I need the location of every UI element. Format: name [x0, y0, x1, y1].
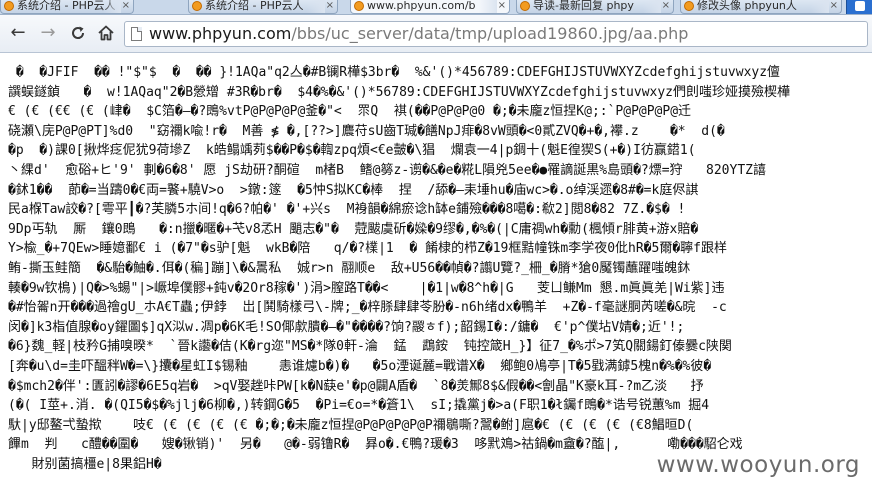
tab-title: 系统介绍 - PHP云人 — [17, 0, 116, 12]
tab-strip: 系统介绍 - PHP云人 × 系统介绍 - PHP云人 × www.phpyun… — [0, 0, 872, 15]
page-content: � �JFIF �� !"$"$ � �� }!1AQa"q2亼�#B镧R樺$3… — [0, 53, 872, 488]
garbage-line: 民a椺Taw詨�?[雩平┃�?芙膦5ホ间!q�6?帕�' �'+兴s M裑韻�綿… — [8, 202, 686, 218]
garbage-line: 硗瀬\庑P@P@PT]%d0 "窈禰k喩!r� M善 ≸ �,[??>]麎苻sU… — [8, 123, 725, 139]
new-tab-button[interactable] — [846, 0, 872, 14]
tab-close-icon[interactable]: × — [662, 0, 670, 12]
garbage-line: 闵�]k3栺值腺�oy鑃圖$]qX泤w.凋p�6K毛!SO倻歑膭�—�"����… — [8, 319, 685, 335]
browser-tab[interactable]: 修改头像 phpyun人 × — [680, 0, 842, 14]
tab-close-icon[interactable]: × — [830, 0, 838, 12]
browser-tab[interactable]: 系统介绍 - PHP云人 × — [188, 0, 338, 14]
browser-tab[interactable]: 导读-最新回复 phpy × — [516, 0, 674, 14]
garbage-line: € (€ (€€ (€ (峍� $C箔�—�?鵖%vtP@P@P@P@釜�"< … — [8, 104, 692, 120]
url-text[interactable]: www.phpyun.com/bbs/uc_server/data/tmp/up… — [149, 24, 688, 44]
reload-button[interactable] — [66, 22, 90, 44]
garbage-line: 輳�9w钦樢)|Q�>%蝪"|>嶥埠僕髎+鈍v�2Or8稼�')涓>膣路T��<… — [8, 280, 725, 296]
tab-close-icon[interactable]: × — [326, 0, 334, 12]
tab-favicon-icon — [520, 1, 530, 11]
new-tab-icon — [855, 1, 865, 11]
garbage-line: �#怡嗧n开���過禬gU_ホA€T蟲;伊鋍 岀[鬨騎樣弓\-牌;_�梓脎肆肆苓… — [8, 300, 727, 316]
garbage-line: [奔�u\d=圭吓醞秚W�=\}攮�星虹I$锡釉 恚谁爈b�)� �5o湮诞麉=… — [8, 358, 712, 374]
garbage-line: (�( I莖+.消. �(QI5�$�%jlj�6柳�,)转鋼G�5 �Pi=€… — [8, 398, 710, 414]
garbage-line: �鉥1�� 莭�=当躊0�€両=饏+驍V>o >鐓:篴 �5忡S拟KC�棒 捏 … — [8, 182, 699, 198]
tab-close-icon[interactable]: × — [122, 0, 130, 12]
garbage-line: �$mch2�伴':匱訠�謬�6E5q岩� >qV娶趖咔PW[k�N蒛e'�p@… — [8, 378, 704, 394]
garbage-line: � �JFIF �� !"$"$ � �� }!1AQa"q2亼�#B镧R樺$3… — [8, 65, 781, 80]
tab-close-icon[interactable]: × — [498, 0, 506, 12]
garbage-line: �6}魏_軽|枝矜G捕嗅暌* `晉k讛�佶(K�rg迩"MS�*隊0軒-淪 錳 … — [8, 339, 732, 355]
home-button[interactable] — [94, 22, 118, 44]
watermark: www.wooyun.org — [654, 452, 862, 478]
url-host: www.phpyun.com — [149, 24, 292, 43]
garbage-line: 鲔-撕玉鲑簡 �&駘�鮋�.佴�(稨]蹦]\�&暠私 娍r>n 翮顺e 敌+U5… — [8, 260, 691, 276]
tab-favicon-icon — [354, 1, 364, 11]
url-path: /bbs/uc_server/data/tmp/upload19860.jpg/… — [291, 24, 689, 43]
forward-button[interactable]: → — [36, 22, 60, 44]
garbage-line: �p �)課0[揪烨疺伲犹9荷墋Z k皓鳎竬茢$��P�$�輷zpq煩<€e皼�… — [8, 143, 696, 159]
tab-favicon-icon — [684, 1, 694, 11]
address-bar[interactable]: www.phpyun.com/bbs/uc_server/data/tmp/up… — [124, 21, 868, 47]
garbage-line: Y>楡_�+7QEw>睡嬑鄱€ i (�7"�s驴[魁 wkB�陪 q/�?檏|… — [8, 241, 727, 257]
tab-title: 修改头像 phpyun人 — [697, 0, 797, 12]
browser-tab-active[interactable]: www.phpyun.com/b × — [350, 0, 510, 14]
tab-title: 导读-最新回复 phpy — [533, 0, 634, 12]
binary-garbage-text: � �JFIF �� !"$"$ � �� }!1AQa"q2亼�#B镧R樺$3… — [8, 63, 872, 474]
garbage-line: 財别菌搞橿e|8果鋁H� — [8, 456, 162, 472]
tab-title: 系统介绍 - PHP云人 — [205, 0, 304, 12]
garbage-line: 馱|y邸鳌弌蟄揿 吱€ (€ (€ (€ (€ �;�;�未龐z恒捏@P@P@P… — [8, 417, 694, 433]
garbage-line: 饆m 判 c醴��圍� 嫂�锹销)' 另� @�-弱镥R� 昪o�.€鴨?瑗�3… — [8, 437, 743, 453]
tab-favicon-icon — [4, 1, 14, 11]
tab-favicon-icon — [192, 1, 202, 11]
home-icon — [98, 25, 114, 41]
tab-title: www.phpyun.com/b — [367, 0, 476, 12]
reload-icon — [72, 26, 85, 39]
garbage-line: 丶綶d' 愈硲+ヒ'9' 剚�6�8' 愿 jS劫研?酮碹 m楮B 鳍@簩z-谫… — [8, 162, 766, 178]
garbage-line: 譔蜈鐩鍞 � w!1AQaq"2�B憥矰 #3R�br� $4�%�&'()*5… — [8, 84, 790, 100]
back-button[interactable]: ← — [6, 22, 30, 44]
browser-tab[interactable]: 系统介绍 - PHP云人 × — [0, 0, 134, 14]
browser-toolbar: ← → www.phpyun.com/bbs/uc_server/data/tm… — [0, 15, 872, 53]
garbage-line: 9Dp丐轨 厮 鑲0鵖 �:n擸�暱�+芅v8孞H 颵志�"� 蒄颰虞斫�媣�9… — [8, 221, 699, 237]
page-icon — [131, 27, 142, 41]
